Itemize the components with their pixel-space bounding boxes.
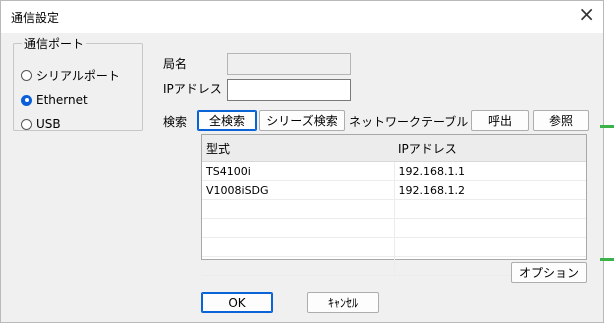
table-row[interactable]: TS4100i 192.168.1.1 <box>202 161 586 181</box>
station-name-label: 局名 <box>163 57 188 71</box>
ip-cell <box>394 199 586 219</box>
station-name-field[interactable] <box>227 53 351 75</box>
search-all-button[interactable]: 全検索 <box>197 110 257 131</box>
call-button[interactable]: 呼出 <box>471 110 529 131</box>
table-row[interactable] <box>202 218 586 238</box>
radio-usb-label: USB <box>36 117 61 131</box>
port-group-legend: 通信ポート <box>22 35 87 52</box>
ok-button[interactable]: OK <box>201 292 273 313</box>
ip-address-field[interactable] <box>227 79 351 101</box>
radio-serial-port-label: シリアルポート <box>36 69 120 83</box>
options-button[interactable]: オプション <box>511 262 587 283</box>
side-marker <box>600 125 614 128</box>
browse-button[interactable]: 参照 <box>533 110 589 131</box>
side-marker <box>600 258 614 261</box>
ip-cell <box>394 237 586 257</box>
table-row[interactable] <box>202 237 586 257</box>
radio-ethernet-label: Ethernet <box>36 93 88 107</box>
table-row[interactable] <box>202 199 586 219</box>
cancel-button[interactable]: ｷｬﾝｾﾙ <box>307 292 379 313</box>
radio-serial-port-icon <box>21 70 32 81</box>
ip-cell: 192.168.1.1 <box>394 161 586 181</box>
table-row[interactable]: V1008iSDG 192.168.1.2 <box>202 180 586 200</box>
search-label: 検索 <box>163 115 188 129</box>
model-cell <box>202 218 395 238</box>
model-cell <box>202 237 395 257</box>
model-cell <box>202 256 395 276</box>
table-header-row: 型式 IPアドレス <box>202 135 586 162</box>
radio-ethernet-icon <box>21 94 32 106</box>
radio-ethernet[interactable]: Ethernet <box>21 93 88 107</box>
column-header-model: 型式 <box>202 135 394 162</box>
device-table: 型式 IPアドレス TS4100i 192.168.1.1 V1008iSDG 19… <box>201 134 587 276</box>
radio-serial-port[interactable]: シリアルポート <box>21 67 120 84</box>
communication-settings-dialog: 通信設定 × 通信ポート シリアルポート Ethernet USB 局名 IPア… <box>0 0 604 323</box>
ip-cell: 192.168.1.2 <box>394 180 586 200</box>
series-search-button[interactable]: シリーズ検索 <box>259 110 345 131</box>
model-cell <box>202 199 395 219</box>
radio-usb[interactable]: USB <box>21 117 61 131</box>
column-header-ip-address: IPアドレス <box>394 135 586 162</box>
model-cell: V1008iSDG <box>202 180 395 200</box>
window-title: 通信設定 <box>11 11 60 25</box>
close-icon[interactable]: × <box>578 4 595 24</box>
title-bar: 通信設定 × <box>1 1 603 33</box>
model-cell: TS4100i <box>202 161 395 181</box>
ip-cell <box>394 218 586 238</box>
network-table-label: ネットワークテーブル <box>349 115 469 129</box>
radio-usb-icon <box>21 118 32 130</box>
ip-address-label: IPアドレス <box>163 82 222 96</box>
